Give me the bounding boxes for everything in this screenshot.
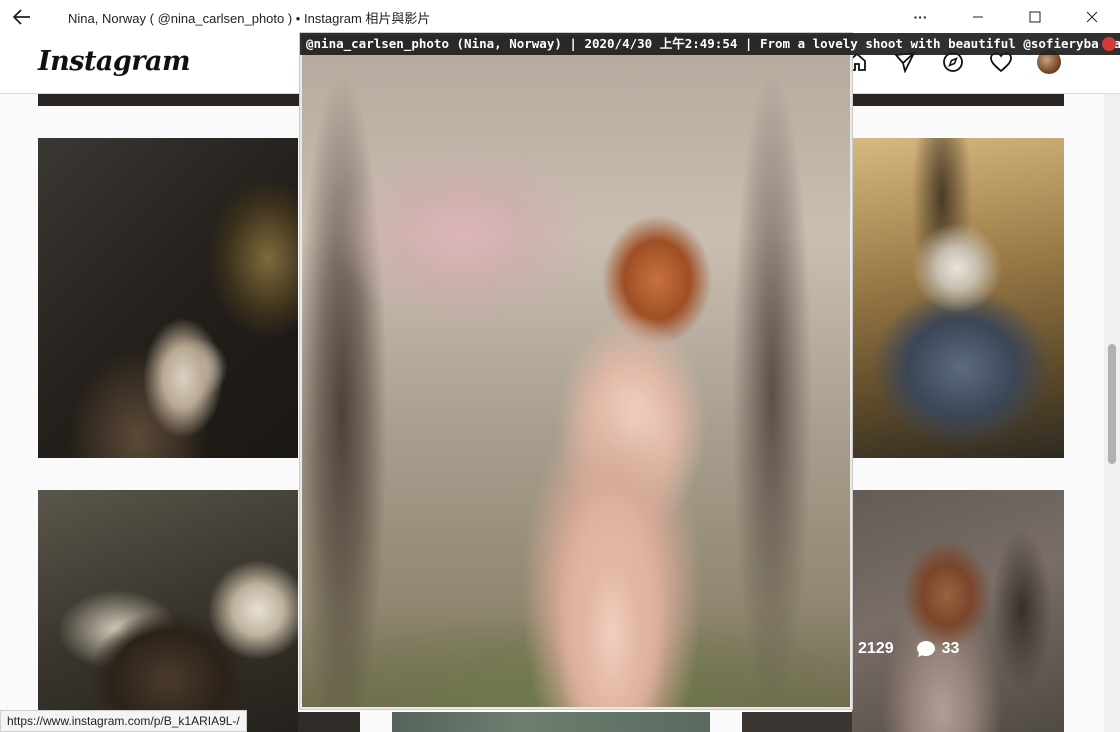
link-preview: https://www.instagram.com/p/B_k1ARIA9L-/ xyxy=(0,710,247,732)
photo-caption: @nina_carlsen_photo (Nina, Norway) | 202… xyxy=(306,36,1120,51)
enlarged-photo xyxy=(302,35,850,707)
likes-count: 2129 xyxy=(858,640,894,657)
window-title: Nina, Norway ( @nina_carlsen_photo ) • I… xyxy=(68,10,431,26)
likes-stat: 2129 xyxy=(858,640,894,658)
more-button[interactable]: ··· xyxy=(892,0,949,34)
back-button[interactable] xyxy=(0,0,44,34)
photo-caption-bar: @nina_carlsen_photo (Nina, Norway) | 202… xyxy=(300,33,1120,55)
vertical-scrollbar[interactable] xyxy=(1104,94,1120,732)
post-thumbnail-partial[interactable] xyxy=(298,712,360,732)
post-thumbnail[interactable] xyxy=(852,138,1064,458)
close-icon xyxy=(1086,11,1097,23)
close-button[interactable] xyxy=(1063,0,1120,34)
post-thumbnail-partial[interactable] xyxy=(392,712,710,732)
minimize-icon xyxy=(972,16,983,18)
comments-stat: 33 xyxy=(916,640,960,658)
window-controls: ··· xyxy=(892,0,1120,34)
comments-count: 33 xyxy=(941,640,960,657)
app-window: Nina, Norway ( @nina_carlsen_photo ) • I… xyxy=(0,0,1120,732)
more-icon: ··· xyxy=(913,9,928,25)
enlarged-photo-popup xyxy=(300,33,852,709)
comment-icon xyxy=(916,641,935,657)
maximize-icon xyxy=(1029,11,1040,23)
hover-overlay xyxy=(852,490,1064,732)
maximize-button[interactable] xyxy=(1006,0,1063,34)
post-thumbnail-hovered[interactable]: 2129 33 xyxy=(852,490,1064,732)
post-thumbnail[interactable] xyxy=(38,138,298,458)
title-bar: Nina, Norway ( @nina_carlsen_photo ) • I… xyxy=(0,0,1120,34)
post-thumbnail-partial[interactable] xyxy=(742,712,852,732)
back-arrow-icon xyxy=(13,9,30,25)
post-thumbnail[interactable] xyxy=(38,490,298,732)
post-stats: 2129 33 xyxy=(858,640,959,658)
scrollbar-thumb[interactable] xyxy=(1108,344,1116,464)
extension-icon[interactable] xyxy=(1102,37,1116,51)
instagram-logo[interactable]: Instagram xyxy=(38,46,191,77)
minimize-button[interactable] xyxy=(949,0,1006,34)
